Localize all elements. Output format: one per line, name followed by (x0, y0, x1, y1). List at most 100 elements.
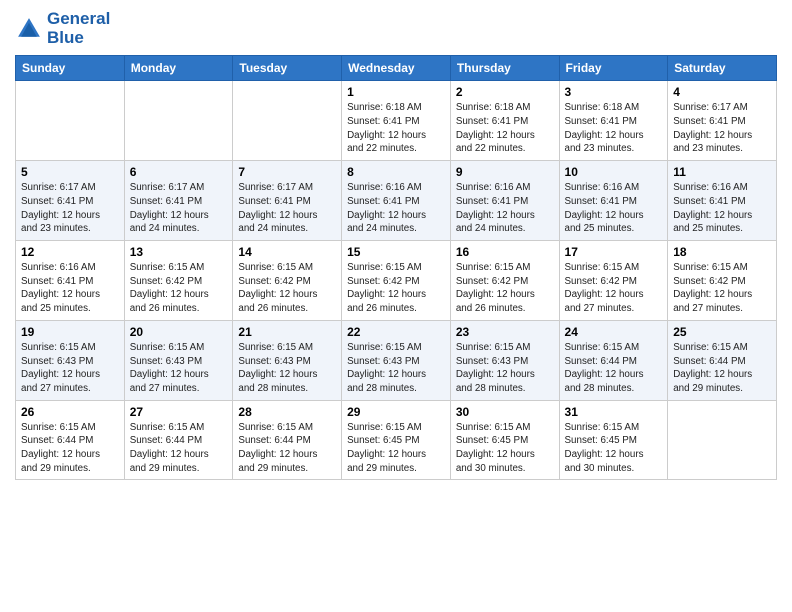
day-info: Sunrise: 6:17 AM Sunset: 6:41 PM Dayligh… (673, 101, 771, 156)
day-number: 23 (456, 325, 554, 339)
day-info: Sunrise: 6:15 AM Sunset: 6:44 PM Dayligh… (21, 421, 119, 476)
day-number: 4 (673, 85, 771, 99)
calendar-cell: 6 Sunrise: 6:17 AM Sunset: 6:41 PM Daylig… (124, 161, 233, 241)
day-info: Sunrise: 6:17 AM Sunset: 6:41 PM Dayligh… (130, 181, 228, 236)
week-row-4: 19 Sunrise: 6:15 AM Sunset: 6:43 PM Dayli… (16, 320, 777, 400)
logo-icon (15, 15, 43, 43)
day-info: Sunrise: 6:15 AM Sunset: 6:43 PM Dayligh… (347, 341, 445, 396)
day-number: 3 (565, 85, 663, 99)
weekday-sunday: Sunday (16, 56, 125, 81)
calendar-cell: 26Sunrise: 6:15 AM Sunset: 6:44 PM Dayli… (16, 400, 125, 480)
day-info: Sunrise: 6:15 AM Sunset: 6:44 PM Dayligh… (673, 341, 771, 396)
day-number: 10 (565, 165, 663, 179)
calendar-cell: 18 Sunrise: 6:15 AM Sunset: 6:42 PM Dayli… (668, 241, 777, 321)
day-info: Sunrise: 6:15 AM Sunset: 6:42 PM Dayligh… (673, 261, 771, 316)
weekday-tuesday: Tuesday (233, 56, 342, 81)
header: General Blue (15, 10, 777, 47)
calendar-cell: 2 Sunrise: 6:18 AM Sunset: 6:41 PM Daylig… (450, 81, 559, 161)
day-number: 7 (238, 165, 336, 179)
day-number: 14 (238, 245, 336, 259)
calendar-cell: 15Sunrise: 6:15 AM Sunset: 6:42 PM Dayli… (342, 241, 451, 321)
day-number: 6 (130, 165, 228, 179)
day-number: 22 (347, 325, 445, 339)
calendar-cell: 1 Sunrise: 6:18 AM Sunset: 6:41 PM Daylig… (342, 81, 451, 161)
calendar-cell: 5 Sunrise: 6:17 AM Sunset: 6:41 PM Daylig… (16, 161, 125, 241)
day-number: 16 (456, 245, 554, 259)
logo: General Blue (15, 10, 110, 47)
day-number: 11 (673, 165, 771, 179)
day-number: 28 (238, 405, 336, 419)
day-number: 9 (456, 165, 554, 179)
calendar-cell: 23 Sunrise: 6:15 AM Sunset: 6:43 PM Dayli… (450, 320, 559, 400)
day-info: Sunrise: 6:15 AM Sunset: 6:45 PM Dayligh… (565, 421, 663, 476)
day-info: Sunrise: 6:15 AM Sunset: 6:42 PM Dayligh… (456, 261, 554, 316)
day-info: Sunrise: 6:15 AM Sunset: 6:45 PM Dayligh… (456, 421, 554, 476)
week-row-3: 12Sunrise: 6:16 AM Sunset: 6:41 PM Dayli… (16, 241, 777, 321)
calendar-cell: 28 Sunrise: 6:15 AM Sunset: 6:44 PM Dayli… (233, 400, 342, 480)
calendar-cell: 31 Sunrise: 6:15 AM Sunset: 6:45 PM Dayli… (559, 400, 668, 480)
calendar-cell: 24 Sunrise: 6:15 AM Sunset: 6:44 PM Dayli… (559, 320, 668, 400)
day-info: Sunrise: 6:15 AM Sunset: 6:44 PM Dayligh… (238, 421, 336, 476)
calendar-cell (668, 400, 777, 480)
day-info: Sunrise: 6:15 AM Sunset: 6:44 PM Dayligh… (565, 341, 663, 396)
calendar-cell: 27 Sunrise: 6:15 AM Sunset: 6:44 PM Dayli… (124, 400, 233, 480)
calendar-cell: 22 Sunrise: 6:15 AM Sunset: 6:43 PM Dayli… (342, 320, 451, 400)
calendar-cell (16, 81, 125, 161)
weekday-wednesday: Wednesday (342, 56, 451, 81)
day-info: Sunrise: 6:15 AM Sunset: 6:44 PM Dayligh… (130, 421, 228, 476)
day-number: 12 (21, 245, 119, 259)
day-number: 25 (673, 325, 771, 339)
calendar-cell: 29 Sunrise: 6:15 AM Sunset: 6:45 PM Dayli… (342, 400, 451, 480)
calendar-cell: 14 Sunrise: 6:15 AM Sunset: 6:42 PM Dayli… (233, 241, 342, 321)
weekday-header-row: SundayMondayTuesdayWednesdayThursdayFrid… (16, 56, 777, 81)
calendar-cell: 20Sunrise: 6:15 AM Sunset: 6:43 PM Dayli… (124, 320, 233, 400)
day-number: 30 (456, 405, 554, 419)
calendar-cell: 17 Sunrise: 6:15 AM Sunset: 6:42 PM Dayli… (559, 241, 668, 321)
day-number: 5 (21, 165, 119, 179)
weekday-friday: Friday (559, 56, 668, 81)
day-number: 29 (347, 405, 445, 419)
day-info: Sunrise: 6:15 AM Sunset: 6:45 PM Dayligh… (347, 421, 445, 476)
day-info: Sunrise: 6:15 AM Sunset: 6:42 PM Dayligh… (130, 261, 228, 316)
day-number: 15 (347, 245, 445, 259)
week-row-2: 5 Sunrise: 6:17 AM Sunset: 6:41 PM Daylig… (16, 161, 777, 241)
day-number: 17 (565, 245, 663, 259)
calendar-cell (124, 81, 233, 161)
calendar-cell: 11 Sunrise: 6:16 AM Sunset: 6:41 PM Dayli… (668, 161, 777, 241)
day-number: 18 (673, 245, 771, 259)
day-info: Sunrise: 6:17 AM Sunset: 6:41 PM Dayligh… (21, 181, 119, 236)
day-info: Sunrise: 6:16 AM Sunset: 6:41 PM Dayligh… (456, 181, 554, 236)
day-number: 31 (565, 405, 663, 419)
day-info: Sunrise: 6:18 AM Sunset: 6:41 PM Dayligh… (456, 101, 554, 156)
day-info: Sunrise: 6:16 AM Sunset: 6:41 PM Dayligh… (673, 181, 771, 236)
calendar-cell: 30 Sunrise: 6:15 AM Sunset: 6:45 PM Dayli… (450, 400, 559, 480)
week-row-1: 1 Sunrise: 6:18 AM Sunset: 6:41 PM Daylig… (16, 81, 777, 161)
day-number: 8 (347, 165, 445, 179)
calendar-cell: 16 Sunrise: 6:15 AM Sunset: 6:42 PM Dayli… (450, 241, 559, 321)
weekday-monday: Monday (124, 56, 233, 81)
calendar-cell (233, 81, 342, 161)
calendar-cell: 25 Sunrise: 6:15 AM Sunset: 6:44 PM Dayli… (668, 320, 777, 400)
day-info: Sunrise: 6:15 AM Sunset: 6:43 PM Dayligh… (238, 341, 336, 396)
day-number: 24 (565, 325, 663, 339)
calendar-cell: 9 Sunrise: 6:16 AM Sunset: 6:41 PM Daylig… (450, 161, 559, 241)
calendar-cell: 19Sunrise: 6:15 AM Sunset: 6:43 PM Dayli… (16, 320, 125, 400)
day-number: 19 (21, 325, 119, 339)
day-info: Sunrise: 6:18 AM Sunset: 6:41 PM Dayligh… (565, 101, 663, 156)
weekday-saturday: Saturday (668, 56, 777, 81)
day-number: 13 (130, 245, 228, 259)
main-container: General Blue SundayMondayTuesdayWednesda… (0, 0, 792, 490)
calendar-cell: 10Sunrise: 6:16 AM Sunset: 6:41 PM Dayli… (559, 161, 668, 241)
week-row-5: 26Sunrise: 6:15 AM Sunset: 6:44 PM Dayli… (16, 400, 777, 480)
day-info: Sunrise: 6:15 AM Sunset: 6:42 PM Dayligh… (238, 261, 336, 316)
day-number: 2 (456, 85, 554, 99)
day-number: 1 (347, 85, 445, 99)
day-info: Sunrise: 6:15 AM Sunset: 6:43 PM Dayligh… (456, 341, 554, 396)
day-number: 27 (130, 405, 228, 419)
day-info: Sunrise: 6:18 AM Sunset: 6:41 PM Dayligh… (347, 101, 445, 156)
day-info: Sunrise: 6:15 AM Sunset: 6:43 PM Dayligh… (130, 341, 228, 396)
day-info: Sunrise: 6:16 AM Sunset: 6:41 PM Dayligh… (347, 181, 445, 236)
day-info: Sunrise: 6:15 AM Sunset: 6:42 PM Dayligh… (565, 261, 663, 316)
calendar-cell: 4 Sunrise: 6:17 AM Sunset: 6:41 PM Daylig… (668, 81, 777, 161)
calendar-cell: 8 Sunrise: 6:16 AM Sunset: 6:41 PM Daylig… (342, 161, 451, 241)
